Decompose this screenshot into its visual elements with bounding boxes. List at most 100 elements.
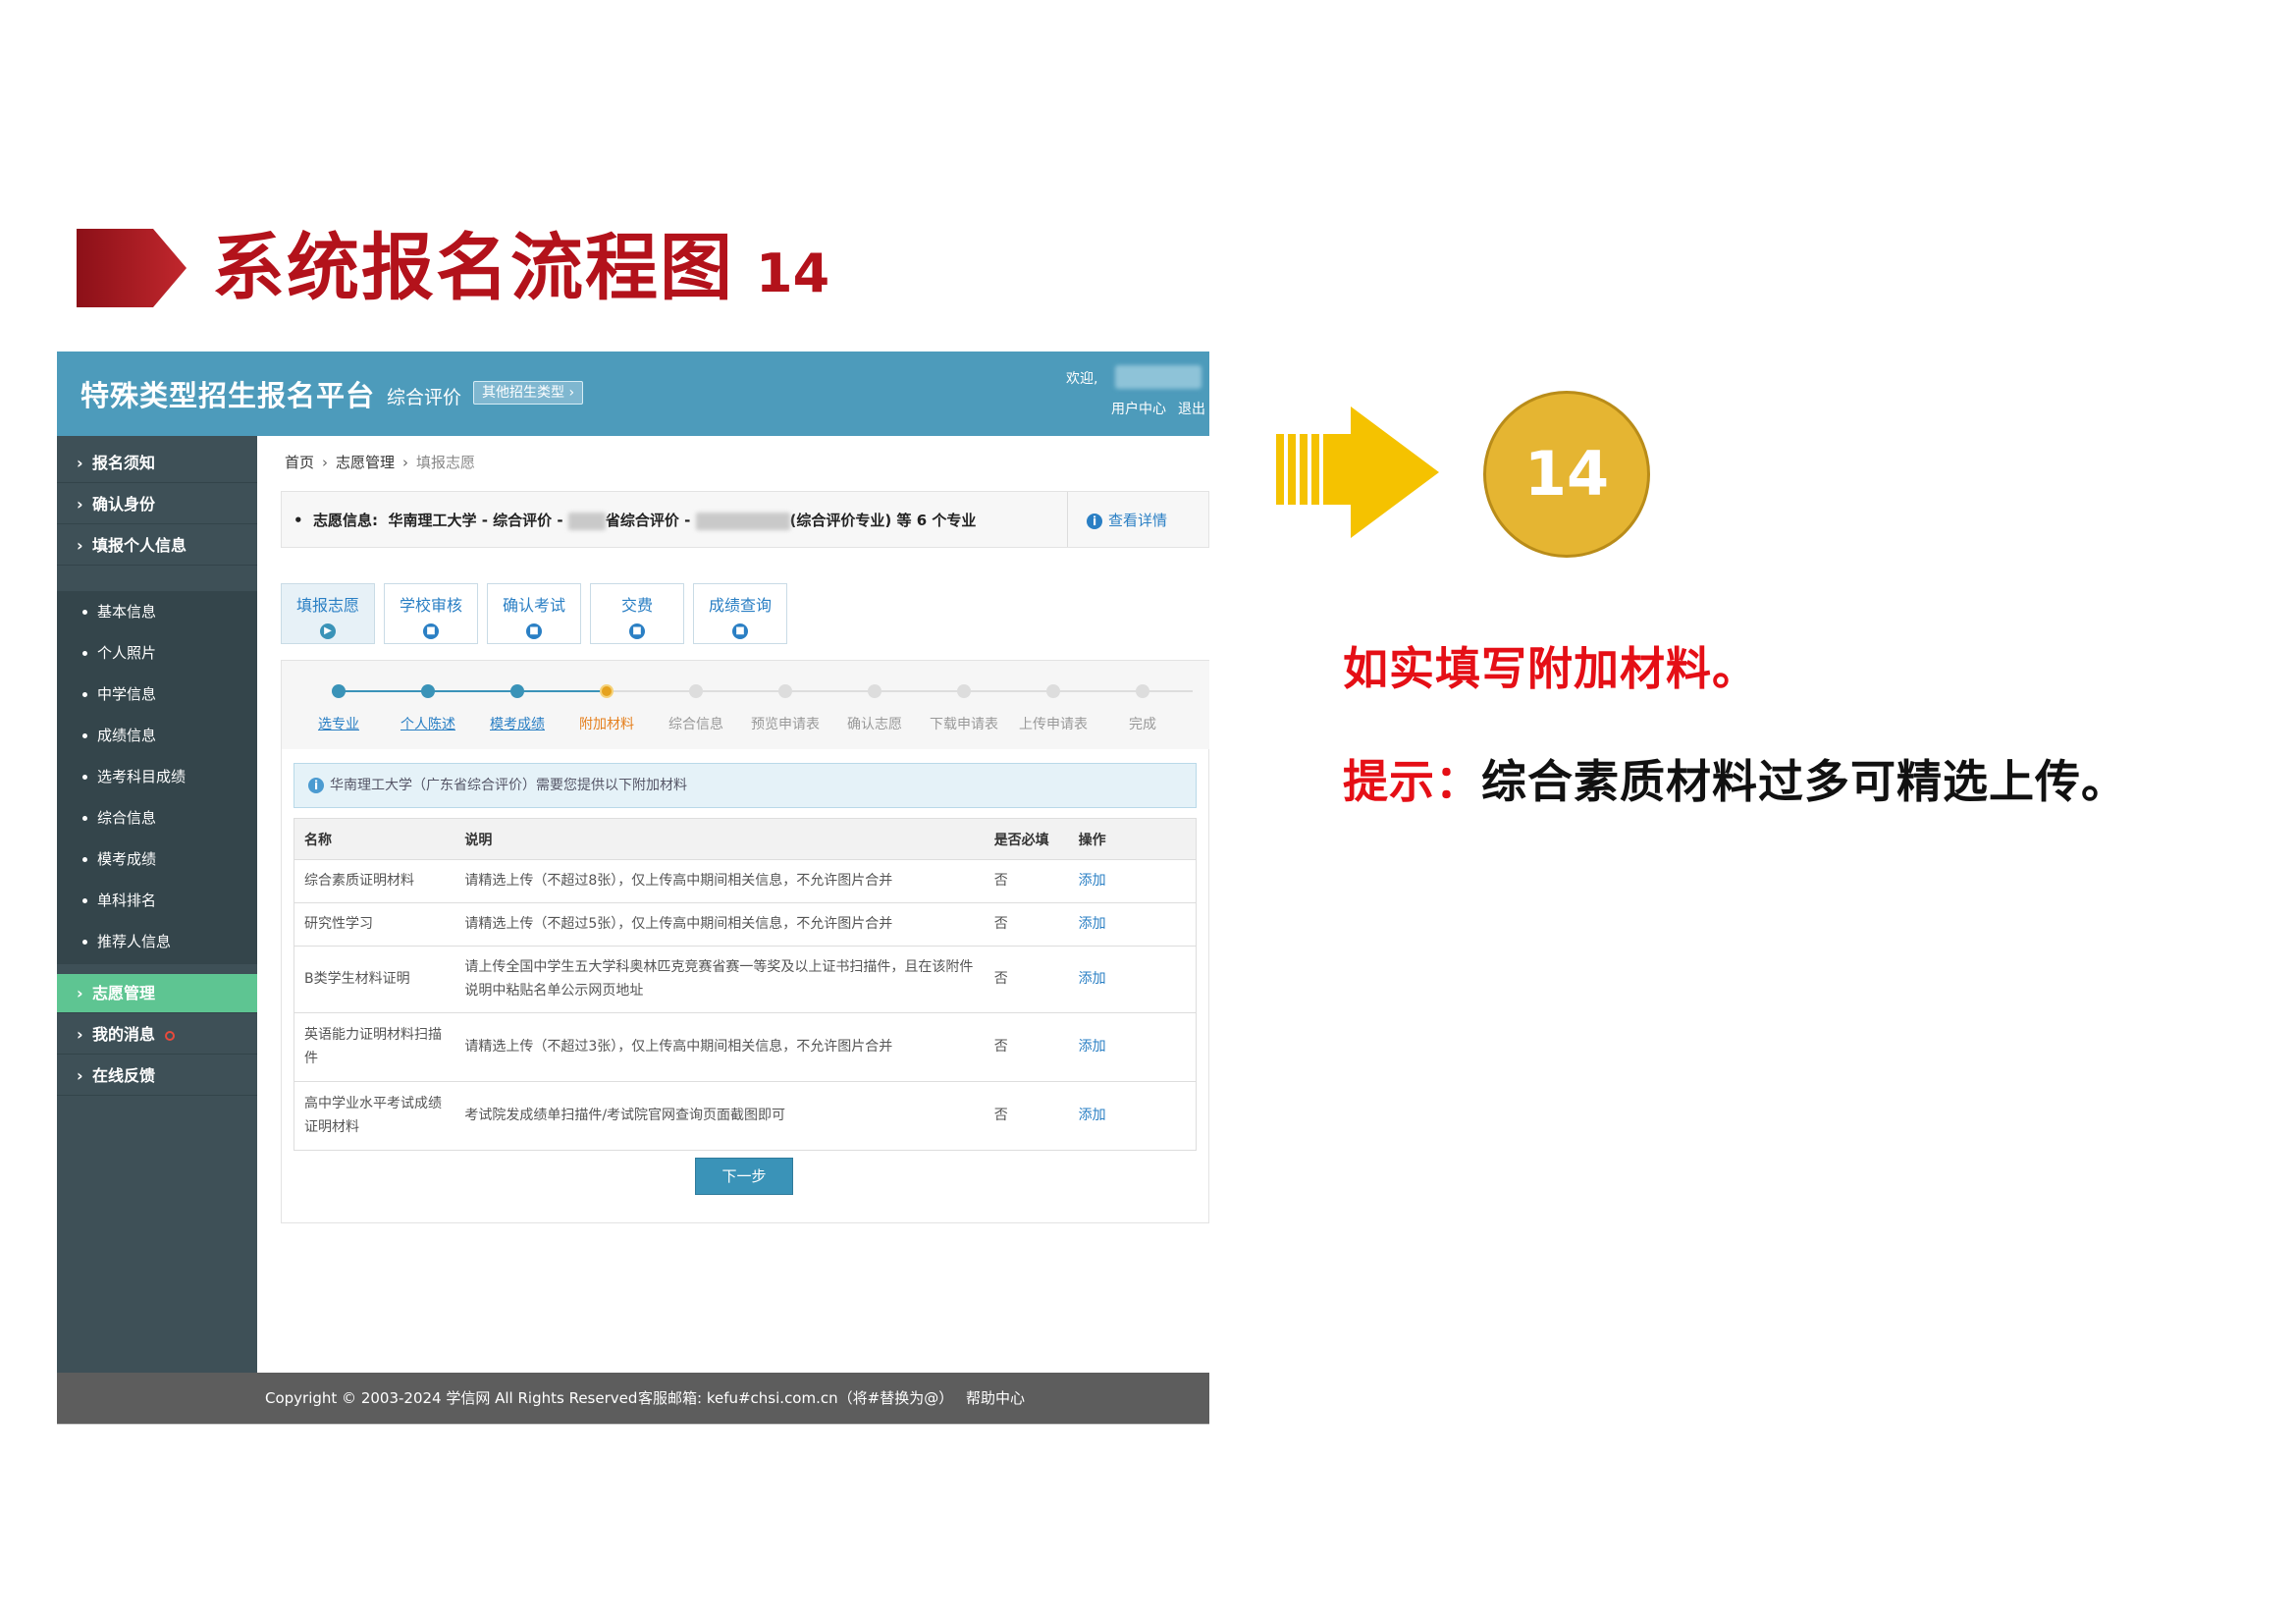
- sidebar-sub-ranking[interactable]: 单科排名: [57, 880, 257, 921]
- table-header-row: 名称 说明 是否必填 操作: [294, 818, 1197, 860]
- step-label-2[interactable]: 个人陈述: [384, 714, 472, 733]
- chevron-right-icon: ›: [77, 495, 83, 514]
- add-link[interactable]: 添加: [1068, 902, 1197, 947]
- bullet-icon: [82, 816, 87, 821]
- material-desc: 考试院发成绩单扫描件/考试院官网查询页面截图即可: [454, 1081, 985, 1151]
- bullet-icon: [82, 898, 87, 903]
- column-header: 名称: [294, 818, 455, 860]
- user-center-link[interactable]: 用户中心: [1111, 399, 1166, 418]
- breadcrumb: 首页 › 志愿管理 › 填报志愿: [285, 452, 475, 472]
- sidebar-item-application[interactable]: › 志愿管理: [57, 974, 257, 1013]
- table-row: 高中学业水平考试成绩证明材料 考试院发成绩单扫描件/考试院官网查询页面截图即可 …: [294, 1081, 1197, 1151]
- sidebar-item-notice[interactable]: › 报名须知: [57, 444, 257, 483]
- tab-score-query[interactable]: 成绩查询 ■: [693, 583, 787, 644]
- sidebar-submenu: 基本信息 个人照片 中学信息 成绩信息 选考科目成绩 综合信息 模考成绩 单科排…: [57, 591, 257, 964]
- welcome-text: 欢迎,: [1066, 371, 1098, 387]
- sidebar-sub-elective[interactable]: 选考科目成绩: [57, 756, 257, 797]
- tip-content: 综合素质材料过多可精选上传。: [1481, 755, 2127, 808]
- step-dot-8: [957, 684, 971, 698]
- footer-copyright: Copyright © 2003-2024 学信网 All Rights Res…: [265, 1389, 638, 1407]
- step-arrow-icon: [1276, 406, 1439, 538]
- bullet-icon: [82, 940, 87, 945]
- footer: Copyright © 2003-2024 学信网 All Rights Res…: [57, 1373, 1209, 1424]
- view-detail-link[interactable]: i 查看详情: [1087, 510, 1167, 530]
- add-link[interactable]: 添加: [1068, 946, 1197, 1013]
- header-arrow-icon: [77, 229, 187, 307]
- slide-step-number: 14: [756, 243, 830, 304]
- platform-screenshot: 特殊类型招生报名平台 综合评价 其他招生类型 › 欢迎, 用户中心 退出 › 报名…: [57, 352, 1209, 1425]
- breadcrumb-section[interactable]: 志愿管理: [336, 454, 395, 471]
- sidebar-item-feedback[interactable]: › 在线反馈: [57, 1056, 257, 1096]
- sidebar-item-messages[interactable]: › 我的消息: [57, 1015, 257, 1055]
- breadcrumb-current: 填报志愿: [416, 454, 476, 471]
- application-info-text: • 志愿信息: 华南理工大学 - 综合评价 - 省综合评价 - (综合评价专业)…: [294, 512, 977, 530]
- material-desc: 请上传全国中学生五大学科奥林匹克竞赛省赛一等奖及以上证书扫描件，且在该附件说明中…: [454, 946, 985, 1013]
- redacted-major: [695, 512, 790, 530]
- material-name: 英语能力证明材料扫描件: [294, 1012, 455, 1082]
- tab-payment[interactable]: 交费 ■: [590, 583, 684, 644]
- sidebar-sub-referee[interactable]: 推荐人信息: [57, 921, 257, 962]
- step-dot-5: [689, 684, 703, 698]
- next-step-button[interactable]: 下一步: [695, 1158, 793, 1195]
- lock-icon: ■: [423, 623, 439, 639]
- add-link[interactable]: 添加: [1068, 859, 1197, 903]
- step-label-8: 下载申请表: [930, 717, 998, 732]
- add-link[interactable]: 添加: [1068, 1012, 1197, 1082]
- bullet-icon: [82, 775, 87, 780]
- chevron-right-icon: ›: [322, 454, 329, 471]
- sidebar-item-personal-info[interactable]: › 填报个人信息: [57, 526, 257, 566]
- sidebar-item-identity[interactable]: › 确认身份: [57, 485, 257, 524]
- step-label-4: 附加材料: [579, 717, 634, 732]
- tab-school-review[interactable]: 学校审核 ■: [384, 583, 478, 644]
- application-info-bar: • 志愿信息: 华南理工大学 - 综合评价 - 省综合评价 - (综合评价专业)…: [281, 491, 1209, 548]
- step-dot-10: [1136, 684, 1149, 698]
- material-required: 否: [984, 902, 1069, 947]
- step-dot-9: [1046, 684, 1060, 698]
- top-bar: 特殊类型招生报名平台 综合评价 其他招生类型 › 欢迎, 用户中心 退出: [57, 352, 1209, 436]
- sidebar-sub-photo[interactable]: 个人照片: [57, 632, 257, 674]
- other-type-button[interactable]: 其他招生类型 ›: [473, 381, 584, 405]
- chevron-right-icon: ›: [77, 1066, 83, 1085]
- sidebar-sub-comprehensive[interactable]: 综合信息: [57, 797, 257, 839]
- material-name: 高中学业水平考试成绩证明材料: [294, 1081, 455, 1151]
- divider: [1067, 492, 1068, 547]
- material-required: 否: [984, 859, 1069, 903]
- step-label-7: 确认志愿: [847, 717, 902, 732]
- chevron-right-icon: ›: [77, 1025, 83, 1044]
- info-icon: i: [308, 778, 324, 793]
- lock-icon: ■: [732, 623, 748, 639]
- step-label-3[interactable]: 模考成绩: [473, 714, 561, 733]
- bullet-icon: [82, 610, 87, 615]
- sidebar-sub-school[interactable]: 中学信息: [57, 674, 257, 715]
- lock-icon: ■: [629, 623, 645, 639]
- sidebar-sub-basic[interactable]: 基本信息: [57, 591, 257, 632]
- tab-confirm-exam[interactable]: 确认考试 ■: [487, 583, 581, 644]
- main-content: 首页 › 志愿管理 › 填报志愿 • 志愿信息: 华南理工大学 - 综合评价 - 省综合…: [257, 436, 1209, 1373]
- sidebar-sub-scores[interactable]: 成绩信息: [57, 715, 257, 756]
- step-label-6: 预览申请表: [751, 717, 820, 732]
- add-link[interactable]: 添加: [1068, 1081, 1197, 1151]
- instruction-text: 如实填写附加材料。: [1343, 642, 1758, 695]
- step-label-9: 上传申请表: [1019, 717, 1088, 732]
- step-number-badge: 14: [1483, 391, 1650, 558]
- bullet-icon: [82, 692, 87, 697]
- column-header: 是否必填: [984, 818, 1069, 860]
- info-icon: i: [1087, 514, 1102, 529]
- column-header: 说明: [454, 818, 985, 860]
- tab-fill-application[interactable]: 填报志愿 ▶: [281, 583, 375, 644]
- materials-notice: i 华南理工大学（广东省综合评价）需要您提供以下附加材料: [294, 763, 1197, 808]
- sidebar-sub-mock[interactable]: 模考成绩: [57, 839, 257, 880]
- step-dot-1: [332, 684, 346, 698]
- step-dot-4: [600, 684, 614, 698]
- materials-table: 名称 说明 是否必填 操作 综合素质证明材料 请精选上传（不超过8张），仅上传高…: [294, 818, 1197, 1151]
- slide-header: 系统报名流程图 14: [77, 224, 829, 312]
- breadcrumb-home[interactable]: 首页: [285, 454, 314, 471]
- unread-dot-icon: [165, 1030, 176, 1041]
- username-blurred: [1115, 365, 1201, 389]
- chevron-right-icon: ›: [402, 454, 409, 471]
- logout-link[interactable]: 退出: [1178, 399, 1205, 418]
- material-required: 否: [984, 1012, 1069, 1082]
- step-label-1[interactable]: 选专业: [294, 714, 383, 733]
- step-dot-7: [868, 684, 881, 698]
- footer-help-link[interactable]: 帮助中心: [966, 1373, 1025, 1424]
